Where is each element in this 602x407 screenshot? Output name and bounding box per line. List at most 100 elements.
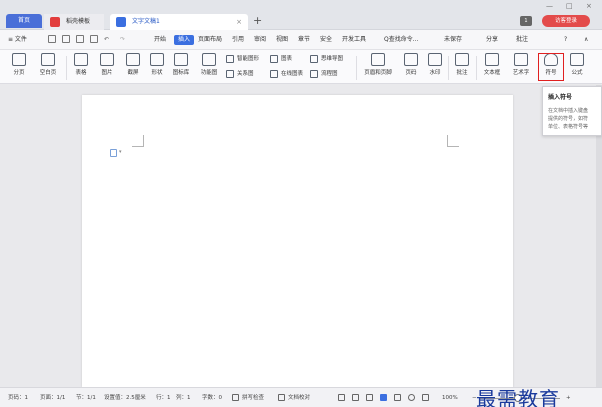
- watermark-label: 水印: [429, 70, 441, 76]
- menu-developer[interactable]: 开发工具: [342, 35, 366, 45]
- table-button[interactable]: 表格: [70, 52, 92, 82]
- symbol-highlight-box: [538, 53, 564, 81]
- spell-check-icon[interactable]: [232, 394, 239, 401]
- web-view-icon[interactable]: [408, 394, 415, 401]
- page-break-icon: [12, 53, 26, 66]
- header-footer-button[interactable]: 页眉和页脚: [360, 52, 396, 82]
- minimize-icon[interactable]: —: [546, 2, 553, 10]
- full-screen-icon[interactable]: [338, 394, 345, 401]
- proofread-label[interactable]: 文档校对: [288, 394, 310, 402]
- comment-button[interactable]: 批注: [516, 35, 528, 45]
- proofread-icon[interactable]: [278, 394, 285, 401]
- icon-library-label: 图标库: [172, 70, 190, 76]
- help-icon[interactable]: ?: [564, 35, 567, 45]
- eye-protect-icon[interactable]: [422, 394, 429, 401]
- redo-icon[interactable]: ↷: [120, 35, 125, 45]
- menu-security[interactable]: 安全: [320, 35, 332, 45]
- ribbon-separator: [66, 56, 67, 80]
- pen-icon[interactable]: [366, 394, 373, 401]
- status-row[interactable]: 行：1: [156, 394, 171, 402]
- menu-page-layout[interactable]: 页面布局: [198, 35, 222, 45]
- status-column[interactable]: 列：1: [176, 394, 191, 402]
- status-section[interactable]: 节：1/1: [76, 394, 96, 402]
- status-page-number[interactable]: 页码：1: [8, 394, 28, 402]
- watermark-overlay: 最需教育: [476, 387, 560, 407]
- shape-button[interactable]: 形状: [146, 52, 168, 82]
- close-window-icon[interactable]: ×: [586, 2, 592, 10]
- tab-document[interactable]: 文字文稿1 ×: [110, 14, 248, 30]
- formula-label: 公式: [571, 70, 583, 76]
- chart-button[interactable]: 图表: [270, 54, 292, 64]
- spell-check-label[interactable]: 拼写检查: [242, 394, 264, 402]
- menu-review[interactable]: 审阅: [254, 35, 266, 45]
- formula-button[interactable]: 公式: [566, 52, 588, 82]
- status-setting[interactable]: 设置值：2.5厘米: [104, 394, 146, 402]
- tooltip-line: 提供的符号，如符: [548, 116, 589, 122]
- read-mode-icon[interactable]: [352, 394, 359, 401]
- mind-map-button[interactable]: 思维导图: [310, 54, 343, 64]
- share-button[interactable]: 分享: [486, 35, 498, 45]
- pi-icon: [570, 53, 584, 66]
- paragraph-icon[interactable]: [110, 149, 117, 157]
- menu-reference[interactable]: 引用: [232, 35, 244, 45]
- close-tab-icon[interactable]: ×: [236, 14, 242, 30]
- page-number-button[interactable]: 页码: [400, 52, 422, 82]
- blank-page-button[interactable]: 空白页: [34, 52, 62, 82]
- status-pages[interactable]: 页面：1/1: [40, 394, 65, 402]
- shape-label: 形状: [151, 70, 163, 76]
- icon-library-button[interactable]: 图标库: [170, 52, 192, 82]
- menu-insert[interactable]: 插入: [174, 35, 195, 45]
- wordart-button[interactable]: 艺术字: [508, 52, 534, 82]
- header-footer-icon: [371, 53, 385, 66]
- page-view-icon[interactable]: [380, 394, 387, 401]
- menu-bar: ≡ 文件 ↶ ↷ 开始 插入 页面布局 引用 审阅 视图 章节 安全 开发工具 …: [0, 30, 602, 50]
- page-number-label: 页码: [405, 70, 417, 76]
- margin-corner-marker: [447, 135, 459, 147]
- output-pdf-icon[interactable]: [62, 35, 70, 43]
- outline-view-icon[interactable]: [394, 394, 401, 401]
- watermark-button[interactable]: 水印: [424, 52, 446, 82]
- menu-view[interactable]: 视图: [276, 35, 288, 45]
- print-icon[interactable]: [76, 35, 84, 43]
- undo-icon[interactable]: ↶: [104, 35, 109, 45]
- status-word-count[interactable]: 字数：0: [202, 394, 222, 402]
- online-chart-icon: [270, 70, 278, 78]
- command-search[interactable]: Q查找命令...: [384, 35, 418, 45]
- textbox-icon: [485, 53, 499, 66]
- function-chart-button[interactable]: 功能图: [196, 52, 222, 82]
- tooltip-line: 在文档中插入键盘: [548, 108, 589, 114]
- maximize-icon[interactable]: □: [566, 2, 573, 10]
- flowchart-button[interactable]: 流程图: [310, 69, 338, 79]
- zoom-level[interactable]: 100%: [442, 394, 458, 402]
- save-icon[interactable]: [48, 35, 56, 43]
- collapse-ribbon-icon[interactable]: ∧: [584, 35, 588, 45]
- chevron-down-icon[interactable]: ▾: [119, 149, 122, 155]
- file-menu[interactable]: ≡ 文件: [8, 35, 27, 45]
- workspace-badge[interactable]: 1: [520, 16, 532, 26]
- online-chart-label: 在线图表: [281, 71, 304, 77]
- smart-graphic-label: 智能图形: [237, 56, 260, 62]
- relation-map-button[interactable]: 关系图: [226, 69, 254, 79]
- page-break-button[interactable]: 分页: [8, 52, 30, 82]
- screenshot-button[interactable]: 截屏: [122, 52, 144, 82]
- zoom-in-button[interactable]: +: [566, 394, 571, 402]
- margin-corner-marker: [132, 135, 144, 147]
- new-tab-button[interactable]: +: [253, 14, 262, 28]
- unsaved-status[interactable]: 未保存: [444, 35, 462, 45]
- watermark-icon: [428, 53, 442, 66]
- menu-start[interactable]: 开始: [154, 35, 166, 45]
- tab-template[interactable]: 稻壳模板: [44, 14, 104, 30]
- menu-chapter[interactable]: 章节: [298, 35, 310, 45]
- picture-button[interactable]: 图片: [96, 52, 118, 82]
- print-preview-icon[interactable]: [90, 35, 98, 43]
- comment-insert-button[interactable]: 批注: [452, 52, 472, 82]
- comment-insert-label: 批注: [456, 70, 468, 76]
- smart-graphic-button[interactable]: 智能图形: [226, 54, 259, 64]
- visitor-login-button[interactable]: 访客登录: [542, 15, 590, 27]
- online-chart-button[interactable]: 在线图表: [270, 69, 303, 79]
- mind-map-label: 思维导图: [321, 56, 344, 62]
- chart-label: 图表: [281, 56, 293, 62]
- blank-page-icon: [41, 53, 55, 66]
- textbox-button[interactable]: 文本框: [480, 52, 504, 82]
- tab-home[interactable]: 首页: [6, 14, 42, 28]
